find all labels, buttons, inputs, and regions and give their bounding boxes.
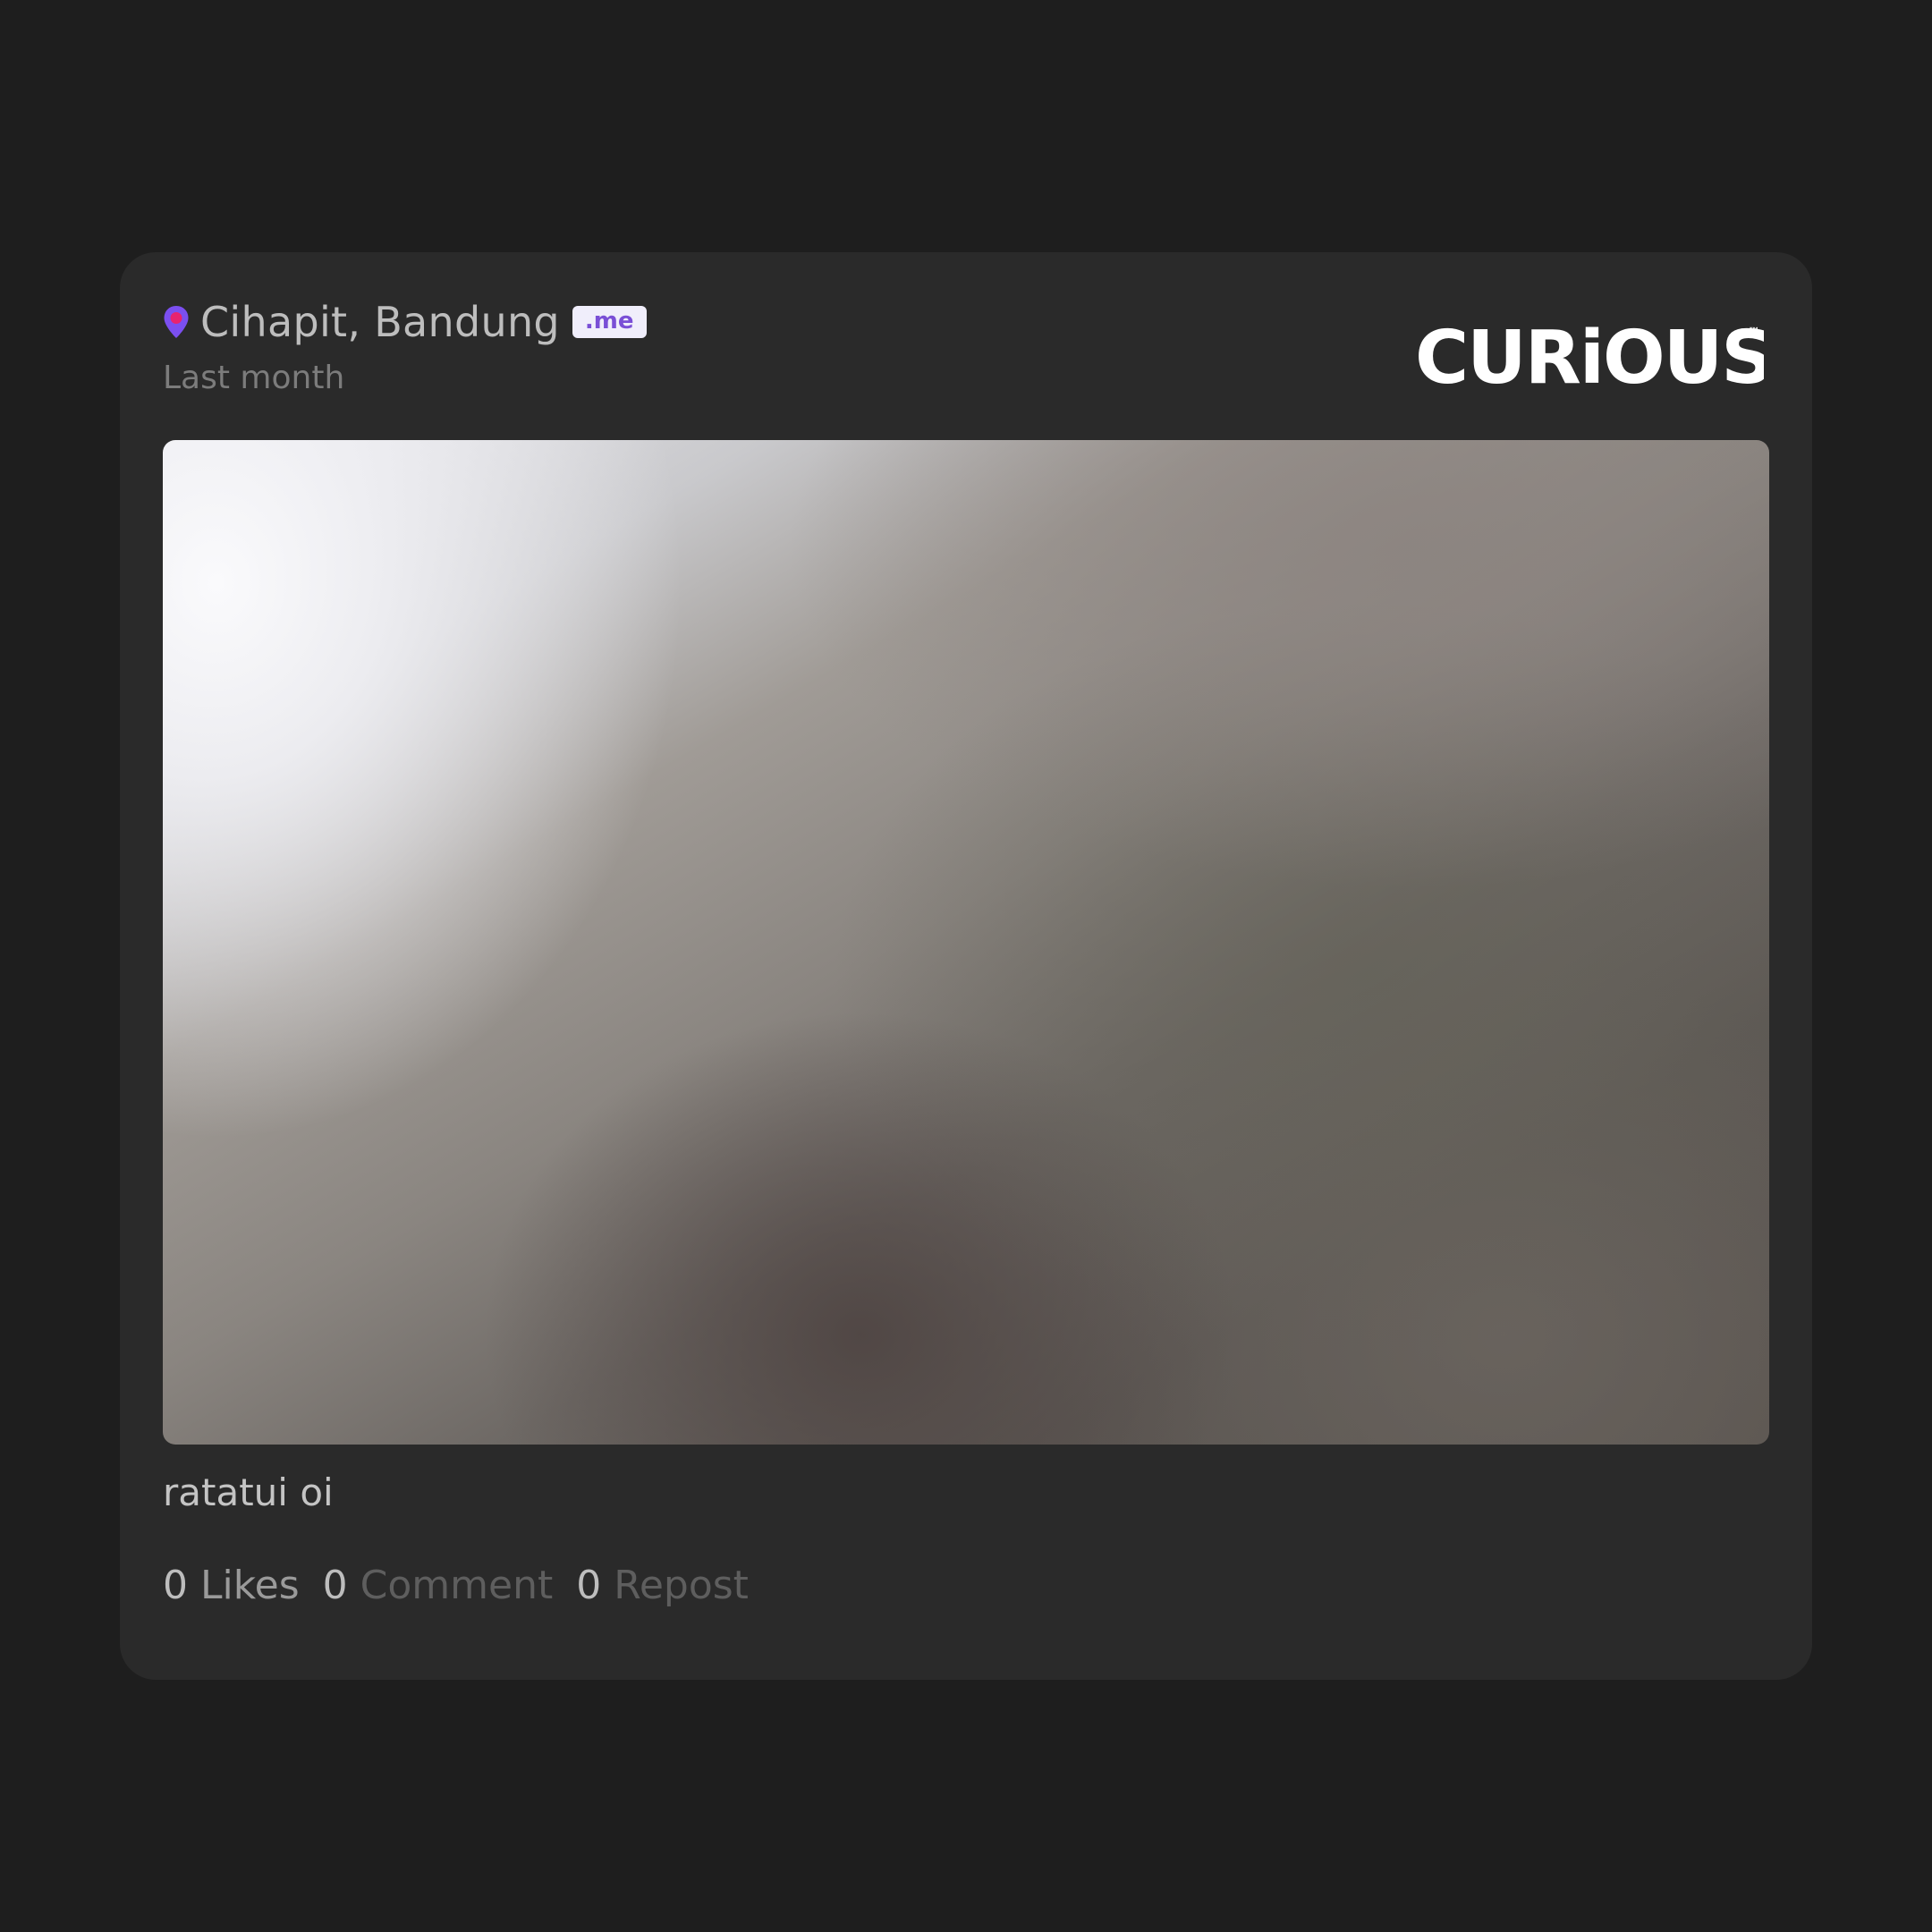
- curious-logo: CURiOUS ™: [1415, 316, 1764, 401]
- post-caption: ratatui oi: [163, 1470, 334, 1514]
- comment-stat[interactable]: 0 Comment: [323, 1563, 554, 1608]
- likes-count: 0: [163, 1563, 188, 1608]
- post-stats: 0 Likes 0 Comment 0 Repost: [163, 1563, 772, 1608]
- me-badge: .me: [572, 306, 647, 338]
- post-timestamp: Last month: [163, 360, 345, 396]
- location-row[interactable]: Cihapit, Bandung .me: [163, 295, 647, 349]
- repost-stat[interactable]: 0 Repost: [576, 1563, 749, 1608]
- comment-label: Comment: [360, 1563, 554, 1608]
- repost-count: 0: [576, 1563, 602, 1608]
- likes-label: Likes: [200, 1563, 300, 1608]
- post-header: Cihapit, Bandung .me Last month CURiOUS …: [163, 295, 1769, 402]
- repost-label: Repost: [614, 1563, 749, 1608]
- post-card: Cihapit, Bandung .me Last month CURiOUS …: [120, 252, 1812, 1680]
- location-name[interactable]: Cihapit, Bandung: [200, 298, 560, 346]
- svg-text:CURiOUS: CURiOUS: [1415, 316, 1764, 401]
- map-pin-icon: [164, 306, 189, 338]
- svg-text:™: ™: [1748, 326, 1760, 340]
- post-image[interactable]: [163, 440, 1769, 1445]
- likes-stat[interactable]: 0 Likes: [163, 1563, 300, 1608]
- comment-count: 0: [322, 1563, 348, 1608]
